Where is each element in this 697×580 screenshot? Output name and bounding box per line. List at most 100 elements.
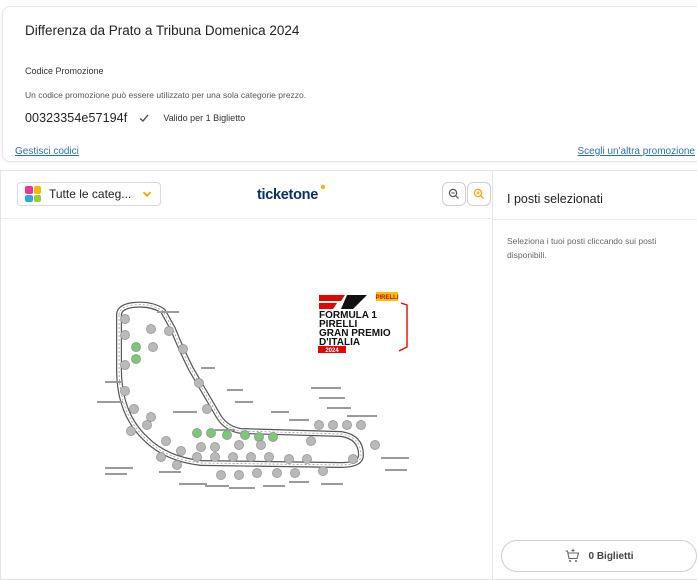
seat-area-marker[interactable]: [272, 468, 282, 478]
area-label-scribble: [319, 397, 345, 399]
seat-area-marker[interactable]: [164, 326, 174, 336]
seat-area-marker[interactable]: [192, 428, 202, 438]
promo-code-value: 00323354e57194f: [25, 111, 128, 125]
area-label-scribble: [327, 407, 351, 409]
area-label-scribble: [381, 457, 409, 459]
seat-area-marker[interactable]: [268, 432, 278, 442]
seat-area-marker[interactable]: [290, 468, 300, 478]
area-label-scribble: [159, 471, 181, 473]
seat-area-marker[interactable]: [120, 314, 130, 324]
map-toolbar: Tutte le categ... ticketone: [1, 171, 492, 219]
promotion-card: Differenza da Prato a Tribuna Domenica 2…: [2, 6, 697, 162]
zoom-out-button[interactable]: [442, 182, 466, 206]
seat-area-marker[interactable]: [328, 420, 338, 430]
area-label-scribble: [229, 487, 255, 489]
promo-code-label: Codice Promozione: [25, 66, 104, 76]
seat-area-marker[interactable]: [284, 454, 294, 464]
area-label-scribble: [105, 473, 127, 475]
area-label-scribble: [311, 387, 341, 389]
f1-grand-prix-poster: PIRELLI FORMULA 1 PIRELLI GRAN PREMIO D'…: [318, 292, 410, 354]
seat-area-marker[interactable]: [318, 466, 328, 476]
seat-area-marker[interactable]: [302, 454, 312, 464]
seat-area-marker[interactable]: [120, 330, 130, 340]
pirelli-badge-text: PIRELLI: [375, 295, 398, 301]
area-label-scribble: [271, 411, 289, 413]
promo-code-row: 00323354e57194f Valido per 1 Biglietto: [25, 111, 245, 125]
area-label-scribble: [97, 401, 123, 403]
seat-area-marker[interactable]: [306, 436, 316, 446]
seat-area-marker[interactable]: [192, 452, 202, 462]
promo-valid-text: Valido per 1 Biglietto: [163, 113, 246, 123]
category-select[interactable]: Tutte le categ...: [17, 182, 161, 206]
seat-area-marker[interactable]: [254, 432, 264, 442]
seat-area-marker[interactable]: [202, 404, 212, 414]
area-label-scribble: [289, 481, 309, 483]
area-label-scribble: [157, 311, 179, 313]
selected-seats-title: I posti selezionati: [507, 192, 603, 206]
seat-area-marker[interactable]: [148, 342, 158, 352]
seat-area-marker[interactable]: [314, 420, 324, 430]
seat-area-marker[interactable]: [129, 404, 139, 414]
seat-area-marker[interactable]: [356, 420, 366, 430]
seat-area-marker[interactable]: [131, 354, 141, 364]
area-label-scribble: [201, 367, 215, 369]
promo-help-text: Un codice promozione può essere utilizza…: [25, 90, 307, 100]
area-label-scribble: [227, 389, 243, 391]
seat-area-marker[interactable]: [120, 360, 130, 370]
monza-track-map: PIRELLI FORMULA 1 PIRELLI GRAN PREMIO D'…: [97, 292, 410, 489]
ticketone-logo-dot: [321, 185, 325, 189]
poster-year: 2024: [325, 348, 339, 354]
seat-area-marker[interactable]: [264, 452, 274, 462]
seat-area-marker[interactable]: [178, 344, 188, 354]
seat-area-marker[interactable]: [234, 470, 244, 480]
choose-other-promotion-link[interactable]: Scegli un'altra promozione: [577, 146, 695, 157]
zoom-out-icon: [448, 188, 459, 199]
seat-area-marker[interactable]: [126, 426, 136, 436]
seat-area-marker[interactable]: [234, 440, 244, 450]
seat-area-marker[interactable]: [370, 440, 380, 450]
seat-area-marker[interactable]: [216, 470, 226, 480]
area-label-scribble: [235, 401, 253, 403]
seat-area-marker[interactable]: [196, 442, 206, 452]
tickets-count-label: 0 Biglietti: [588, 550, 634, 562]
divider: [493, 219, 697, 220]
category-grid-icon: [25, 186, 41, 202]
seat-area-marker[interactable]: [252, 468, 262, 478]
cart-icon: [565, 548, 580, 562]
area-label-scribble: [263, 485, 285, 487]
seat-area-marker[interactable]: [146, 324, 156, 334]
seat-area-marker[interactable]: [222, 430, 232, 440]
area-label-scribble: [105, 467, 133, 469]
manage-codes-link[interactable]: Gestisci codici: [15, 146, 79, 157]
area-label-scribble: [347, 415, 377, 417]
seat-area-marker[interactable]: [210, 452, 220, 462]
seat-area-marker[interactable]: [161, 436, 171, 446]
area-label-scribble: [179, 483, 207, 485]
seat-map-canvas[interactable]: PIRELLI FORMULA 1 PIRELLI GRAN PREMIO D'…: [1, 219, 492, 580]
seat-area-marker[interactable]: [156, 452, 166, 462]
category-select-label: Tutte le categ...: [49, 187, 132, 201]
tickets-button[interactable]: 0 Biglietti: [501, 540, 697, 572]
seat-area-marker[interactable]: [256, 440, 266, 450]
zoom-in-icon: [473, 188, 484, 199]
seat-area-marker[interactable]: [348, 454, 358, 464]
area-label-scribble: [205, 485, 229, 487]
seat-area-marker[interactable]: [146, 412, 156, 422]
selected-seats-help: Seleziona i tuoi posti cliccando sui pos…: [507, 236, 657, 260]
seat-area-marker[interactable]: [210, 442, 220, 452]
check-icon: [139, 114, 149, 122]
seat-map-panel: Tutte le categ... ticketone PIRELLI FORM…: [0, 170, 492, 580]
seat-area-marker[interactable]: [228, 452, 238, 462]
seat-area-marker[interactable]: [246, 452, 256, 462]
promotion-title: Differenza da Prato a Tribuna Domenica 2…: [25, 23, 300, 38]
seat-area-marker[interactable]: [342, 420, 352, 430]
area-label-scribble: [105, 381, 121, 383]
seat-area-marker[interactable]: [206, 428, 216, 438]
seat-area-marker[interactable]: [172, 460, 182, 470]
zoom-in-button[interactable]: [467, 182, 491, 206]
seat-area-marker[interactable]: [194, 378, 204, 388]
seat-area-marker[interactable]: [120, 386, 130, 396]
seat-area-marker[interactable]: [240, 430, 250, 440]
seat-area-marker[interactable]: [131, 342, 141, 352]
seat-area-marker[interactable]: [176, 446, 186, 456]
